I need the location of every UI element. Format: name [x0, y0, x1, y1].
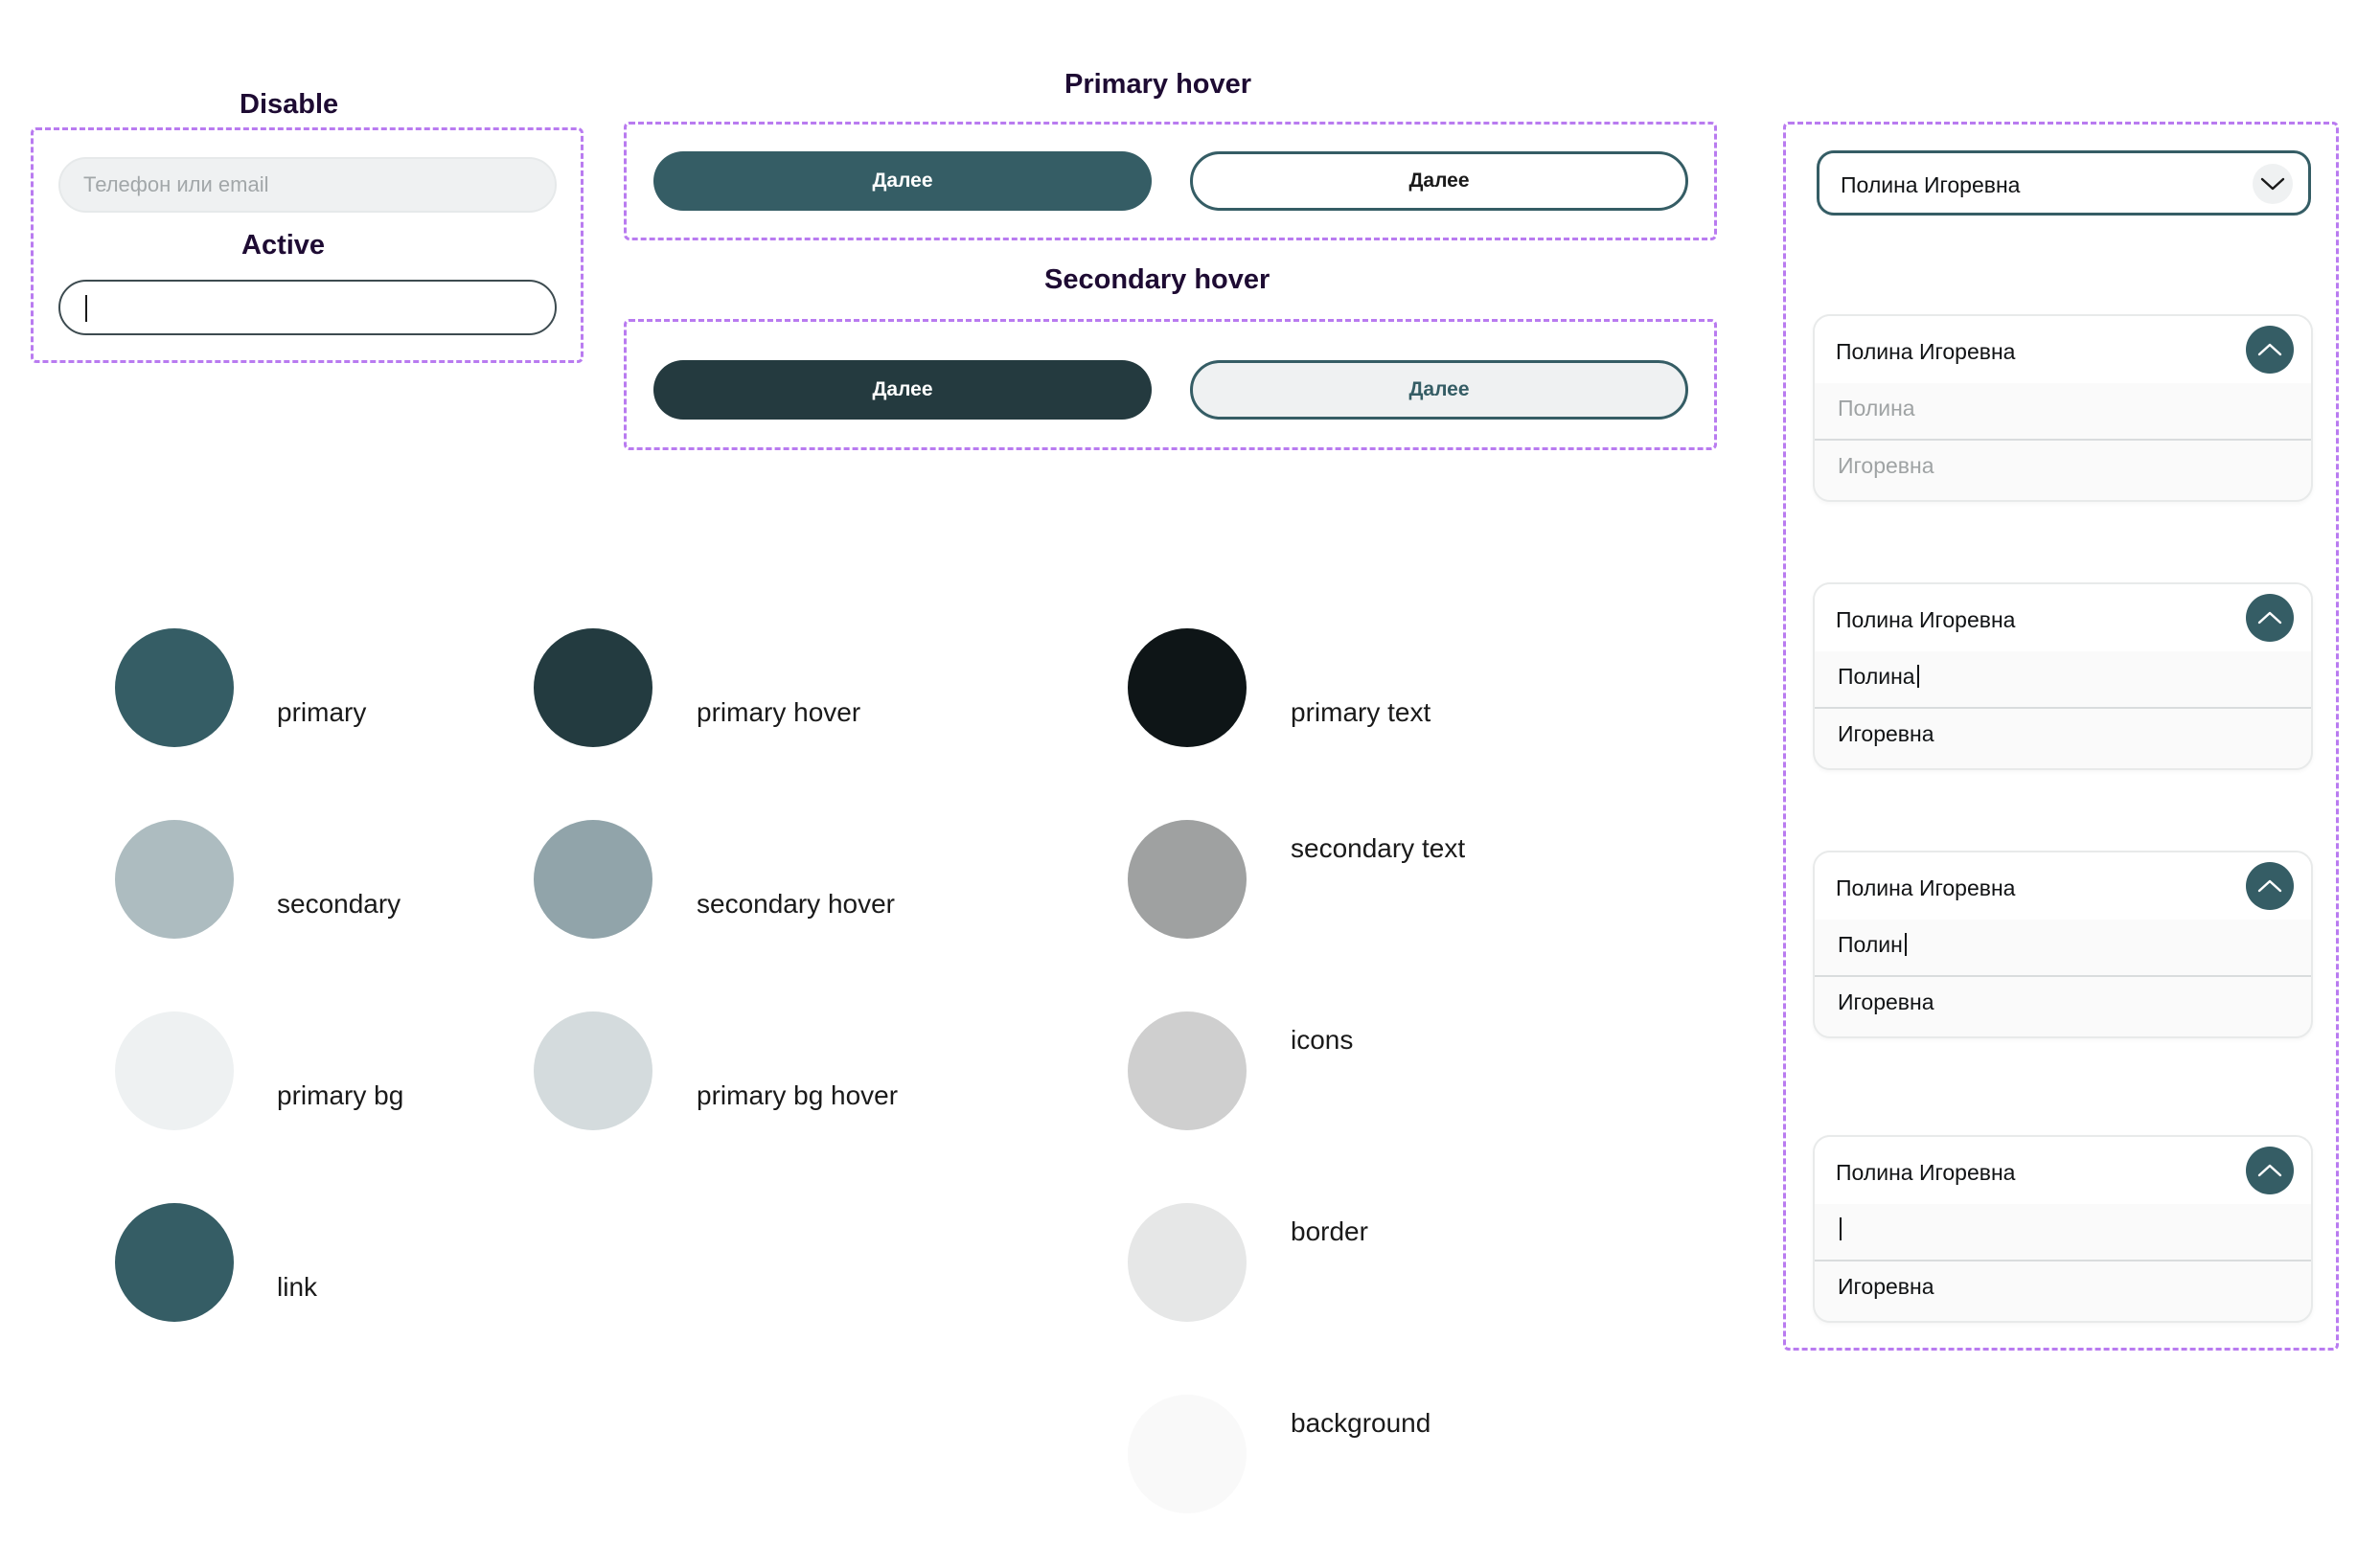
swatch-link	[115, 1203, 234, 1322]
swatch-primary-bg-hover	[534, 1011, 652, 1130]
dropdown-value: Полина Игоревна	[1841, 172, 2021, 197]
primary-button[interactable]: Далее	[653, 151, 1152, 211]
patronymic-text: Игоревна	[1838, 989, 1934, 1014]
text-caret	[85, 295, 87, 322]
swatch-border	[1128, 1203, 1247, 1322]
text-caret	[1904, 933, 1907, 956]
swatch-label-background: background	[1291, 1408, 1431, 1438]
swatch-primary-text	[1128, 628, 1247, 747]
text-caret	[1840, 1217, 1842, 1240]
chevron-up-icon[interactable]	[2246, 594, 2294, 642]
patronymic-field[interactable]: Игоревна	[1815, 709, 2311, 762]
secondary-button[interactable]: Далее	[1190, 151, 1688, 211]
patronymic-field[interactable]: Игоревна	[1815, 441, 2311, 494]
swatch-label-secondary-hover: secondary hover	[697, 889, 896, 919]
swatch-label-primary-bg-hover: primary bg hover	[697, 1080, 899, 1110]
dropdown-open-typing[interactable]: Полина Игоревна Полина Игоревна	[1813, 582, 2313, 770]
swatch-primary-hover	[534, 628, 652, 747]
dropdown-header-value: Полина Игоревна	[1836, 339, 2016, 364]
disable-title: Disable	[240, 89, 339, 120]
dropdown-open-cleared[interactable]: Полина Игоревна Игоревна	[1813, 1135, 2313, 1323]
swatch-label-secondary: secondary	[277, 889, 401, 919]
swatch-label-primary-hover: primary hover	[697, 697, 861, 727]
swatch-secondary	[115, 820, 234, 939]
active-title: Active	[241, 230, 326, 261]
swatch-label-link: link	[277, 1272, 318, 1302]
swatch-primary	[115, 628, 234, 747]
disabled-input: Телефон или email	[58, 157, 557, 213]
swatch-label-secondary-text: secondary text	[1291, 833, 1466, 863]
dropdown-header[interactable]: Полина Игоревна	[1815, 1137, 2311, 1204]
primary-button-hover[interactable]: Далее	[653, 360, 1152, 420]
swatch-icons	[1128, 1011, 1247, 1130]
swatch-label-icons: icons	[1291, 1025, 1354, 1055]
first-name-field[interactable]: Полин	[1815, 920, 2311, 973]
swatch-label-primary: primary	[277, 697, 367, 727]
swatch-label-primary-bg: primary bg	[277, 1080, 404, 1110]
dropdown-open-empty[interactable]: Полина Игоревна Полина Игоревна	[1813, 314, 2313, 502]
secondary-button-hover[interactable]: Далее	[1190, 360, 1688, 420]
dropdown-open-deleting[interactable]: Полина Игоревна Полин Игоревна	[1813, 851, 2313, 1038]
first-name-field[interactable]: Полина	[1815, 383, 2311, 437]
chevron-up-icon[interactable]	[2246, 326, 2294, 374]
dropdown-closed[interactable]: Полина Игоревна	[1817, 150, 2311, 216]
first-name-text: Полин	[1838, 932, 1903, 957]
chevron-down-icon[interactable]	[2253, 164, 2293, 204]
chevron-up-icon[interactable]	[2246, 1147, 2294, 1194]
dropdown-header[interactable]: Полина Игоревна	[1815, 584, 2311, 651]
dropdown-header-value: Полина Игоревна	[1836, 1160, 2016, 1185]
first-name-field[interactable]	[1815, 1204, 2311, 1258]
dropdown-header[interactable]: Полина Игоревна	[1815, 852, 2311, 920]
dropdown-header-value: Полина Игоревна	[1836, 607, 2016, 632]
active-input[interactable]	[58, 280, 557, 335]
patronymic-text: Игоревна	[1838, 453, 1934, 478]
first-name-text: Полина	[1838, 396, 1915, 420]
patronymic-field[interactable]: Игоревна	[1815, 977, 2311, 1031]
patronymic-text: Игоревна	[1838, 721, 1934, 746]
swatch-label-primary-text: primary text	[1291, 697, 1431, 727]
swatch-background	[1128, 1395, 1247, 1513]
dropdown-header-value: Полина Игоревна	[1836, 875, 2016, 900]
patronymic-text: Игоревна	[1838, 1274, 1934, 1299]
chevron-up-icon[interactable]	[2246, 862, 2294, 910]
primary-hover-title: Primary hover	[1064, 69, 1252, 100]
secondary-hover-title: Secondary hover	[1044, 264, 1270, 295]
text-caret	[1916, 665, 1919, 688]
swatch-secondary-hover	[534, 820, 652, 939]
swatch-label-border: border	[1291, 1216, 1368, 1246]
dropdown-header[interactable]: Полина Игоревна	[1815, 316, 2311, 383]
swatch-primary-bg	[115, 1011, 234, 1130]
swatch-secondary-text	[1128, 820, 1247, 939]
first-name-text: Полина	[1838, 664, 1915, 689]
first-name-field[interactable]: Полина	[1815, 651, 2311, 705]
patronymic-field[interactable]: Игоревна	[1815, 1261, 2311, 1315]
